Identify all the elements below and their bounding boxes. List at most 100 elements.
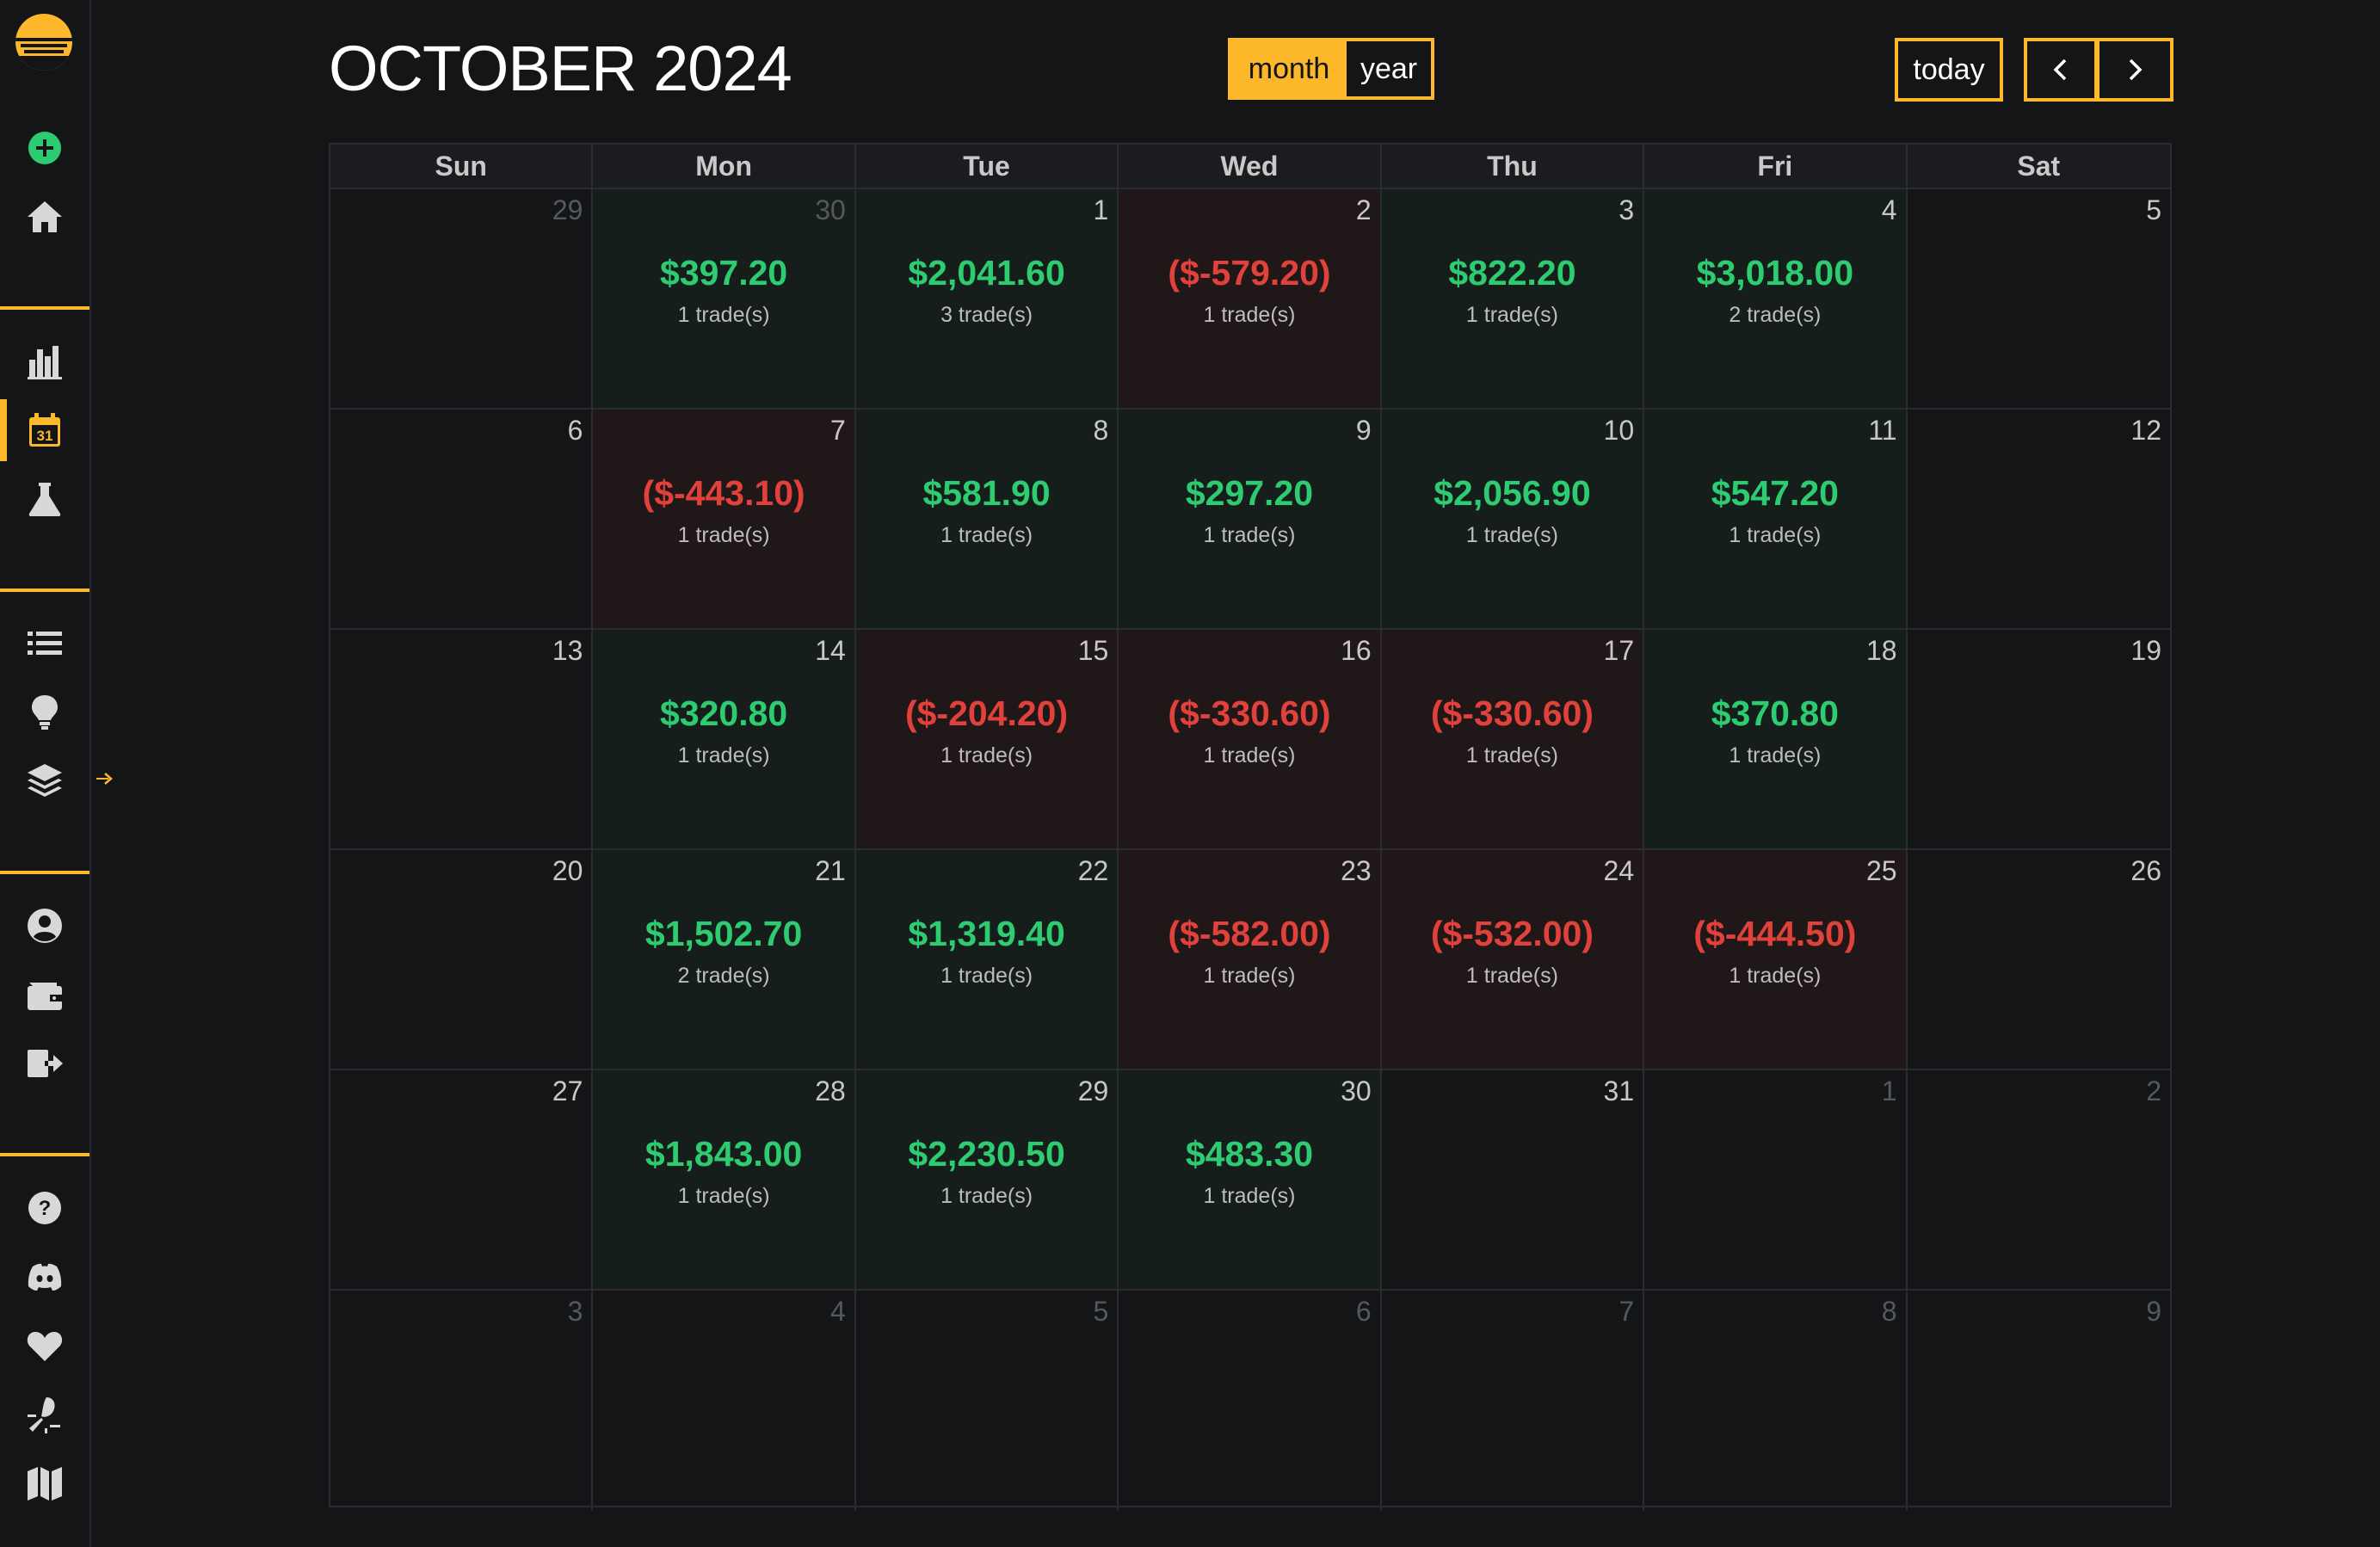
daily-pnl: $1,502.70 (644, 914, 803, 953)
calendar-day-cell[interactable]: 14 $320.80 1 trade(s) (593, 630, 856, 848)
calendar-day-cell[interactable]: 2 (1908, 1070, 2170, 1289)
flask-icon[interactable] (21, 475, 69, 523)
logout-icon[interactable] (21, 1039, 69, 1088)
calendar-day-cell[interactable]: 6 (1119, 1291, 1382, 1511)
calendar-day-cell[interactable]: 28 $1,843.00 1 trade(s) (593, 1070, 856, 1289)
calendar-week-row: 27 28 $1,843.00 1 trade(s) 29 $2,230.50 1 trad… (330, 1070, 2170, 1291)
calendar-day-cell[interactable]: 3 $822.20 1 trade(s) (1381, 189, 1645, 408)
calendar-day-cell[interactable]: 3 (330, 1291, 594, 1511)
calendar-day-cell[interactable]: 17 ($-330.60) 1 trade(s) (1381, 630, 1645, 848)
layers-icon[interactable] (21, 757, 69, 805)
day-number: 12 (2130, 415, 2161, 446)
calendar-day-cell[interactable]: 21 $1,502.70 2 trade(s) (593, 850, 856, 1069)
day-number: 5 (2146, 194, 2161, 225)
wallet-icon[interactable] (21, 971, 69, 1019)
trade-count: 1 trade(s) (1203, 523, 1296, 547)
add-icon[interactable] (21, 124, 69, 172)
sidebar-divider (0, 306, 89, 310)
view-toggle: month year (1228, 38, 1434, 100)
day-number: 30 (815, 194, 846, 225)
calendar-day-cell[interactable]: 10 $2,056.90 1 trade(s) (1381, 410, 1645, 628)
list-icon[interactable] (21, 619, 69, 668)
calendar-day-cell[interactable]: 6 (330, 410, 594, 628)
calendar-day-cell[interactable]: 30 $483.30 1 trade(s) (1119, 1070, 1382, 1289)
calendar-day-cell[interactable]: 26 (1908, 850, 2170, 1069)
discord-icon[interactable] (21, 1253, 69, 1301)
day-number: 7 (1619, 1296, 1635, 1327)
calendar-day-cell[interactable]: 7 (1382, 1291, 1645, 1511)
daily-pnl: $822.20 (1448, 253, 1576, 293)
next-month-button[interactable] (2098, 38, 2173, 102)
weekday-header: Sun Mon Tue Wed Thu Fri Sat (330, 145, 2170, 189)
calendar-day-cell[interactable]: 2 ($-579.20) 1 trade(s) (1119, 189, 1382, 408)
year-view-button[interactable]: year (1347, 41, 1431, 96)
calendar-day-cell[interactable]: 30 $397.20 1 trade(s) (593, 189, 856, 408)
calendar-day-cell[interactable]: 9 (1908, 1291, 2170, 1511)
calendar-day-cell[interactable]: 7 ($-443.10) 1 trade(s) (593, 410, 856, 628)
calendar-day-cell[interactable]: 11 $547.20 1 trade(s) (1644, 410, 1908, 628)
previous-month-button[interactable] (2024, 38, 2098, 102)
calendar-weeks: 29 30 $397.20 1 trade(s) 1 $2,041.60 3 trade(s… (330, 189, 2170, 1511)
day-number: 22 (1077, 855, 1109, 886)
calendar-day-cell[interactable]: 31 (1382, 1070, 1645, 1289)
trade-count: 1 trade(s) (1203, 1184, 1296, 1208)
daily-pnl: ($-579.20) (1168, 253, 1331, 293)
feedback-icon[interactable] (21, 1390, 69, 1439)
calendar-week-row: 20 21 $1,502.70 2 trade(s) 22 $1,319.40 1 trad… (330, 850, 2170, 1070)
calendar-day-cell[interactable]: 24 ($-532.00) 1 trade(s) (1381, 850, 1645, 1069)
day-number: 15 (1077, 635, 1109, 666)
heart-icon[interactable] (21, 1322, 69, 1370)
calendar-day-cell[interactable]: 8 (1644, 1291, 1908, 1511)
calendar-day-cell[interactable]: 25 ($-444.50) 1 trade(s) (1644, 850, 1908, 1069)
calendar-icon[interactable]: 31 (21, 406, 69, 454)
calendar-day-cell[interactable]: 4 (593, 1291, 856, 1511)
calendar-day-cell[interactable]: 27 (330, 1070, 594, 1289)
day-number: 29 (1077, 1076, 1109, 1106)
calendar-day-cell[interactable]: 19 (1908, 630, 2170, 848)
calendar-day-cell[interactable]: 9 $297.20 1 trade(s) (1119, 410, 1382, 628)
calendar-day-cell[interactable]: 20 (330, 850, 594, 1069)
home-icon[interactable] (21, 193, 69, 241)
day-number: 1 (1093, 194, 1109, 225)
calendar-day-cell[interactable]: 16 ($-330.60) 1 trade(s) (1119, 630, 1382, 848)
calendar-day-cell[interactable]: 18 $370.80 1 trade(s) (1644, 630, 1908, 848)
day-number: 2 (1355, 194, 1372, 225)
calendar-day-cell[interactable]: 1 $2,041.60 3 trade(s) (855, 189, 1119, 408)
help-icon[interactable]: ? (21, 1184, 69, 1232)
active-indicator (0, 399, 7, 461)
calendar-day-cell[interactable]: 5 (856, 1291, 1119, 1511)
daily-pnl: $581.90 (922, 473, 1051, 513)
calendar-day-cell[interactable]: 29 (330, 189, 594, 408)
daily-pnl: ($-330.60) (1168, 693, 1331, 733)
chevron-right-icon (2129, 59, 2143, 81)
today-button[interactable]: today (1895, 38, 2003, 102)
calendar-day-cell[interactable]: 22 $1,319.40 1 trade(s) (855, 850, 1119, 1069)
lightbulb-icon[interactable] (21, 688, 69, 737)
trade-count: 1 trade(s) (1729, 743, 1822, 767)
daily-pnl: $297.20 (1185, 473, 1314, 513)
map-icon[interactable] (21, 1459, 69, 1507)
expand-sidebar-arrow-icon[interactable] (93, 767, 115, 790)
trade-count: 2 trade(s) (1729, 303, 1822, 327)
calendar-day-cell[interactable]: 23 ($-582.00) 1 trade(s) (1119, 850, 1382, 1069)
daily-pnl: $3,018.00 (1696, 253, 1854, 293)
calendar-day-cell[interactable]: 8 $581.90 1 trade(s) (855, 410, 1119, 628)
calendar-day-cell[interactable]: 5 (1908, 189, 2170, 408)
calendar-day-cell[interactable]: 1 (1644, 1070, 1908, 1289)
calendar-day-cell[interactable]: 15 ($-204.20) 1 trade(s) (855, 630, 1119, 848)
daily-pnl: $2,041.60 (908, 253, 1065, 293)
calendar-day-cell[interactable]: 4 $3,018.00 2 trade(s) (1644, 189, 1908, 408)
chevron-left-icon (2053, 59, 2067, 81)
bar-chart-icon[interactable] (21, 337, 69, 385)
calendar-day-cell[interactable]: 13 (330, 630, 594, 848)
day-number: 4 (830, 1296, 846, 1327)
trade-count: 1 trade(s) (677, 303, 770, 327)
trade-count: 2 trade(s) (677, 964, 770, 988)
logo-icon[interactable] (14, 12, 74, 72)
daily-pnl: ($-444.50) (1693, 914, 1857, 953)
calendar-day-cell[interactable]: 12 (1908, 410, 2170, 628)
calendar-day-cell[interactable]: 29 $2,230.50 1 trade(s) (855, 1070, 1119, 1289)
day-number: 6 (567, 415, 583, 446)
user-icon[interactable] (21, 902, 69, 950)
month-view-button[interactable]: month (1231, 41, 1347, 96)
